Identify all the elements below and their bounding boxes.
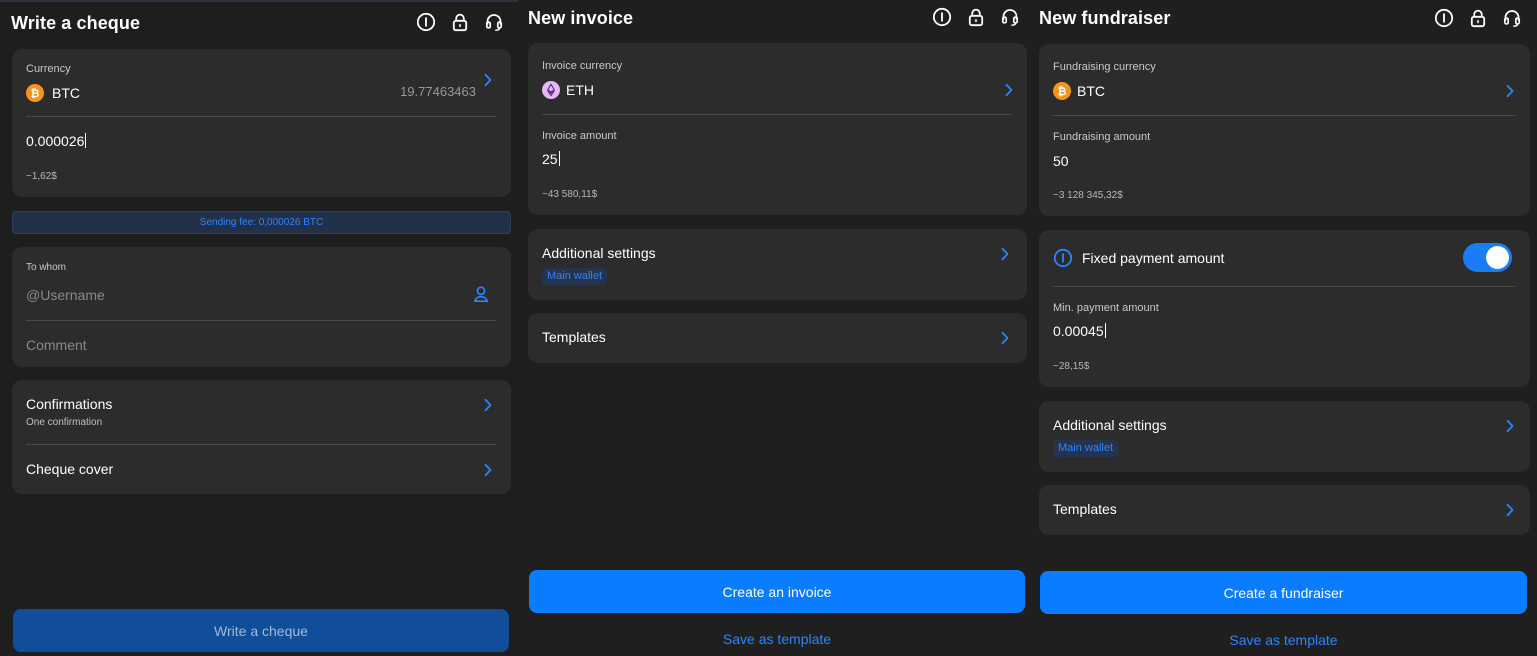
btc-icon <box>1053 82 1071 100</box>
amount-label: Fundraising amount <box>1053 131 1151 143</box>
amount-input[interactable]: 0.000026 <box>26 133 87 149</box>
amount-fiat: ~43 580,11$ <box>542 189 598 200</box>
invoice-card: Invoice currency ETH Invoice amount 25 ~… <box>528 43 1027 215</box>
info-icon[interactable] <box>1434 8 1454 28</box>
divider <box>1053 286 1515 287</box>
btc-icon <box>26 84 44 102</box>
amount-fiat: ~1,62$ <box>26 171 57 182</box>
sending-fee-banner: Sending fee: 0,000026 BTC <box>12 211 511 234</box>
chevron-right-icon <box>1000 247 1010 261</box>
chevron-right-icon <box>1000 331 1010 345</box>
cheque-cover-row[interactable]: Cheque cover <box>12 446 511 492</box>
currency-label: Fundraising currency <box>1053 61 1156 73</box>
chevron-right-icon <box>1004 83 1014 97</box>
currency-value: BTC <box>52 85 80 101</box>
amount-input[interactable]: 25 <box>542 151 560 167</box>
invoice-header: New invoice <box>518 0 1032 40</box>
wallet-tag: Main wallet <box>542 268 608 285</box>
fundraiser-header: New fundraiser <box>1032 0 1537 40</box>
headset-icon[interactable] <box>1000 7 1020 27</box>
chevron-right-icon <box>1505 503 1515 517</box>
min-payment-label: Min. payment amount <box>1053 302 1159 314</box>
additional-settings-title: Additional settings <box>1053 417 1167 433</box>
page-title: Write a cheque <box>11 13 141 33</box>
amount-input[interactable]: 50 <box>1053 153 1069 169</box>
save-template-link[interactable]: Save as template <box>1040 632 1527 648</box>
additional-settings-row[interactable]: Additional settings Main wallet <box>528 229 1027 300</box>
templates-row[interactable]: Templates <box>528 313 1027 363</box>
divider <box>26 444 496 445</box>
username-input[interactable]: @Username <box>26 287 105 303</box>
confirmations-sub: One confirmation <box>26 417 103 428</box>
min-payment-fiat: ~28,15$ <box>1053 361 1090 372</box>
currency-label: Currency <box>26 63 71 75</box>
headset-icon[interactable] <box>1502 8 1522 28</box>
currency-label: Invoice currency <box>542 60 623 72</box>
confirmations-row[interactable]: Confirmations One confirmation <box>12 380 511 442</box>
wallet-tag: Main wallet <box>1053 440 1119 457</box>
info-icon <box>1053 248 1073 268</box>
chevron-right-icon <box>483 398 493 412</box>
info-icon[interactable] <box>932 7 952 27</box>
create-fundraiser-button[interactable]: Create a fundraiser <box>1040 571 1527 614</box>
fixed-payment-toggle[interactable] <box>1463 243 1512 272</box>
currency-balance: 19.77463463 <box>400 84 476 99</box>
cheque-header: Write a cheque <box>0 2 518 42</box>
write-cheque-button[interactable]: Write a cheque <box>13 609 509 652</box>
save-template-link[interactable]: Save as template <box>529 631 1025 647</box>
divider <box>26 116 496 117</box>
currency-selector[interactable]: BTC <box>1039 77 1530 107</box>
divider <box>26 320 496 321</box>
divider <box>542 114 1012 115</box>
user-icon[interactable] <box>472 285 490 303</box>
toggle-knob <box>1486 246 1509 269</box>
confirmations-title: Confirmations <box>26 396 113 412</box>
fundraiser-card: Fundraising currency BTC Fundraising amo… <box>1039 44 1530 216</box>
page-title: New invoice <box>528 8 634 28</box>
min-payment-input[interactable]: 0.00045 <box>1053 323 1106 339</box>
fundraiser-panel: New fundraiser Fundraising currency BTC … <box>1032 0 1537 656</box>
chevron-right-icon <box>483 73 493 87</box>
additional-settings-row[interactable]: Additional settings Main wallet <box>1039 401 1530 472</box>
cheque-panel: Write a cheque Currency BTC 19.77463463 … <box>0 0 518 656</box>
additional-settings-title: Additional settings <box>542 245 656 261</box>
templates-title: Templates <box>1053 501 1117 517</box>
invoice-panel: New invoice Invoice currency ETH Invoice… <box>518 0 1032 656</box>
eth-icon <box>542 81 560 99</box>
currency-value: ETH <box>566 82 594 98</box>
amount-label: Invoice amount <box>542 130 617 142</box>
chevron-right-icon <box>483 463 493 477</box>
recipient-card: To whom @Username Comment <box>12 247 511 367</box>
amount-fiat: ~3 128 345,32$ <box>1053 190 1123 201</box>
templates-row[interactable]: Templates <box>1039 485 1530 535</box>
page-title: New fundraiser <box>1039 8 1171 28</box>
lock-icon[interactable] <box>450 12 470 32</box>
info-icon[interactable] <box>416 12 436 32</box>
templates-title: Templates <box>542 329 606 345</box>
to-whom-label: To whom <box>26 262 67 273</box>
headset-icon[interactable] <box>484 12 504 32</box>
currency-selector[interactable]: ETH <box>528 76 1027 106</box>
fixed-payment-card: Fixed payment amount Min. payment amount… <box>1039 230 1530 387</box>
lock-icon[interactable] <box>1468 8 1488 28</box>
comment-input[interactable]: Comment <box>26 337 87 353</box>
lock-icon[interactable] <box>966 7 986 27</box>
currency-selector[interactable]: BTC 19.77463463 <box>12 79 511 111</box>
currency-card: Currency BTC 19.77463463 0.000026 ~1,62$ <box>12 49 511 197</box>
fixed-payment-label: Fixed payment amount <box>1082 250 1225 266</box>
divider <box>1053 115 1515 116</box>
options-card: Confirmations One confirmation Cheque co… <box>12 380 511 494</box>
chevron-right-icon <box>1505 84 1515 98</box>
chevron-right-icon <box>1505 419 1515 433</box>
currency-value: BTC <box>1077 83 1105 99</box>
create-invoice-button[interactable]: Create an invoice <box>529 570 1025 613</box>
cheque-cover-title: Cheque cover <box>26 461 114 477</box>
